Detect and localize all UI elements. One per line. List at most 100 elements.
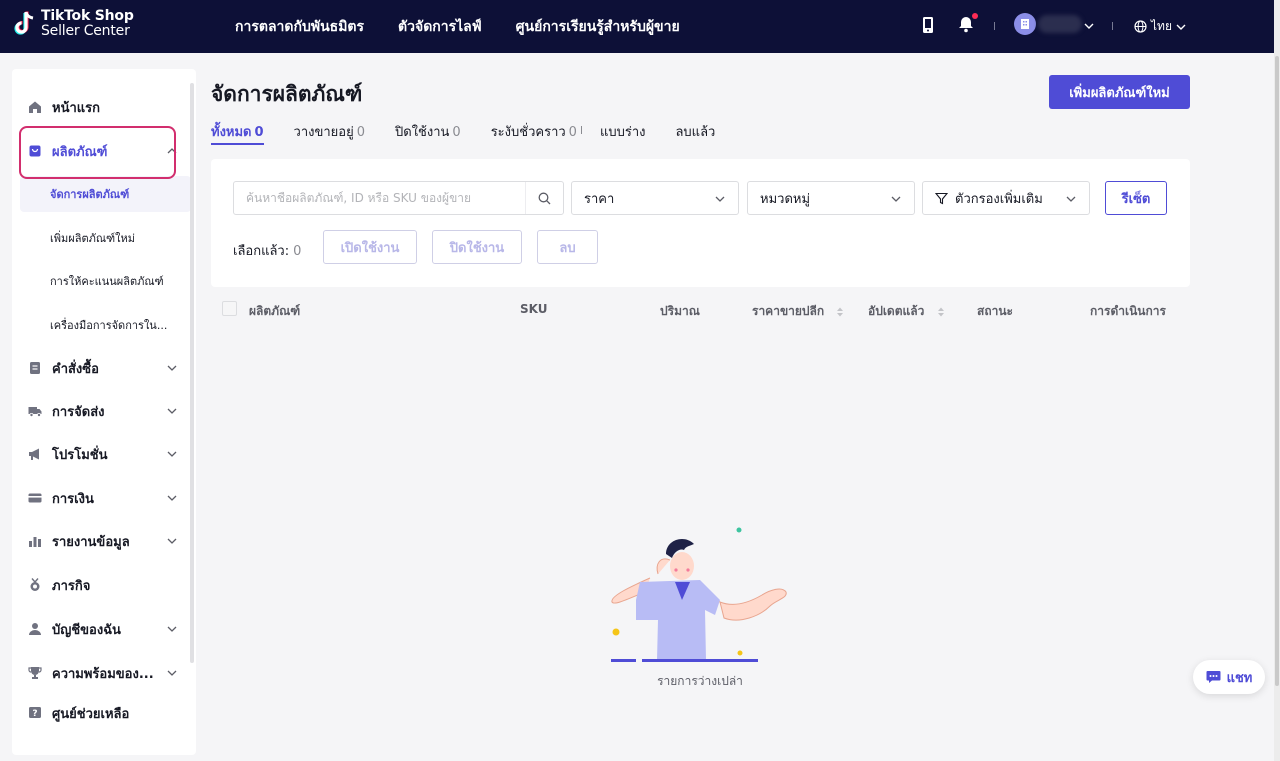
sidebar-item-home[interactable]: หน้าแรก	[12, 87, 182, 127]
sidebar-item-orders[interactable]: คำสั่งซื้อ	[12, 348, 182, 388]
bulk-enable-button[interactable]: เปิดใช้งาน	[323, 230, 417, 264]
sidebar-item-missions[interactable]: ภารกิจ	[12, 565, 182, 605]
svg-text:?: ?	[32, 709, 37, 719]
price-filter-label: ราคา	[584, 191, 615, 207]
filter-card: ราคา หมวดหมู่ ตัวกรองเพิ่มเติม รีเซ็ต เล…	[211, 159, 1190, 287]
tab-live[interactable]: วางขายอยู่ 0	[294, 121, 365, 145]
chevron-down-icon	[714, 193, 726, 209]
tab-deactivated[interactable]: ปิดใช้งาน 0	[395, 121, 461, 145]
sidebar-item-promotions[interactable]: โปรโมชั่น	[12, 434, 182, 474]
tab-label: ปิดใช้งาน	[395, 125, 450, 140]
notification-dot	[972, 13, 978, 19]
sidebar-item-label: โปรโมชั่น	[52, 447, 108, 463]
sidebar-item-label: การจัดส่ง	[52, 404, 105, 420]
search-field[interactable]	[233, 181, 564, 215]
column-retail-price[interactable]: ราคาขายปลีก	[752, 302, 844, 321]
page-scrollbar-thumb[interactable]	[1275, 56, 1279, 686]
price-filter-select[interactable]: ราคา	[571, 181, 739, 215]
sidebar-item-readiness[interactable]: ความพร้อมของ...	[12, 653, 182, 693]
reset-button[interactable]: รีเซ็ต	[1105, 181, 1167, 215]
tab-all[interactable]: ทั้งหมด 0	[211, 121, 264, 145]
account-name-redacted[interactable]	[1038, 15, 1082, 33]
notification-bell-icon[interactable]	[958, 13, 978, 37]
sidebar-scrollbar[interactable]	[190, 83, 194, 663]
truck-icon	[28, 404, 42, 418]
card-icon	[28, 491, 42, 505]
topnav-live-manager[interactable]: ตัวจัดการไลฟ์	[398, 16, 482, 38]
filter-funnel-icon	[935, 192, 948, 204]
trophy-icon	[28, 666, 42, 680]
sidebar-item-data-reports[interactable]: รายงานข้อมูล	[12, 521, 182, 561]
sidebar-item-label: ศูนย์ช่วยเหลือ	[52, 706, 130, 722]
medal-icon	[28, 578, 42, 592]
topnav-learning-center[interactable]: ศูนย์การเรียนรู้สำหรับผู้ขาย	[516, 16, 680, 38]
page-scrollbar[interactable]	[1274, 0, 1280, 761]
tab-count: 0	[254, 125, 264, 140]
sidebar-item-shipping[interactable]: การจัดส่ง	[12, 391, 182, 431]
tiktok-logo-icon	[12, 9, 38, 39]
chevron-down-icon	[166, 448, 178, 464]
select-all-checkbox[interactable]	[222, 301, 237, 316]
sidebar-sub-management-tools[interactable]: เครื่องมือการจัดการใน...	[20, 307, 191, 343]
sidebar-item-help-center[interactable]: ? ศูนย์ช่วยเหลือ	[12, 693, 182, 733]
column-updated[interactable]: อัปเดตแล้ว	[868, 302, 945, 321]
megaphone-icon	[28, 447, 42, 461]
sidebar-item-my-account[interactable]: บัญชีของฉัน	[12, 609, 182, 649]
column-status: สถานะ	[977, 304, 1013, 318]
language-selector[interactable]: ไทย	[1134, 17, 1186, 36]
tab-label: วางขายอยู่	[293, 125, 354, 140]
chevron-down-icon	[166, 535, 178, 551]
mobile-app-icon[interactable]	[922, 16, 934, 38]
top-navigation: การตลาดกับพันธมิตร ตัวจัดการไลฟ์ ศูนย์กา…	[235, 0, 680, 53]
help-icon: ?	[28, 706, 42, 720]
tab-label: ลบแล้ว	[675, 125, 716, 140]
search-icon	[538, 192, 551, 204]
avatar[interactable]	[1014, 13, 1036, 35]
sidebar-item-label: ภารกิจ	[52, 578, 91, 594]
bulk-disable-button[interactable]: ปิดใช้งาน	[432, 230, 522, 264]
empty-state-text: รายการว่างเปล่า	[657, 674, 743, 688]
tab-label: ระงับชั่วคราว	[490, 125, 566, 140]
sidebar-item-label: หน้าแรก	[52, 100, 100, 116]
topnav-affiliate-marketing[interactable]: การตลาดกับพันธมิตร	[235, 16, 364, 38]
selected-number: 0	[293, 244, 302, 259]
brand-line-1: TikTok Shop	[41, 8, 134, 24]
top-bar: TikTok Shop Seller Center การตลาดกับพันธ…	[0, 0, 1274, 53]
products-highlight-outline	[19, 126, 176, 179]
brand-line-2: Seller Center	[41, 23, 130, 39]
chevron-down-icon	[890, 193, 902, 209]
sidebar-item-label: ความพร้อมของ...	[52, 666, 154, 682]
bulk-delete-button[interactable]: ลบ	[537, 230, 598, 264]
sidebar-item-label: รายงานข้อมูล	[52, 534, 130, 550]
category-filter-select[interactable]: หมวดหมู่	[747, 181, 915, 215]
search-button[interactable]	[525, 182, 563, 214]
tab-deleted[interactable]: ลบแล้ว	[675, 121, 715, 145]
more-filters-select[interactable]: ตัวกรองเพิ่มเติม	[922, 181, 1090, 215]
language-label: ไทย	[1151, 19, 1172, 33]
tab-suspended[interactable]: ระงับชั่วคราว 0	[491, 121, 577, 145]
more-filters-label: ตัวกรองเพิ่มเติม	[955, 191, 1043, 207]
sort-icon	[837, 307, 844, 316]
user-icon	[28, 622, 42, 636]
tiktok-shop-logo[interactable]: TikTok Shop Seller Center	[12, 9, 134, 39]
tab-label: แบบร่าง	[599, 125, 646, 140]
account-chevron-down-icon[interactable]	[1084, 19, 1094, 34]
sidebar-item-finance[interactable]: การเงิน	[12, 478, 182, 518]
sidebar-sub-product-ratings[interactable]: การให้คะแนนผลิตภัณฑ์	[20, 263, 191, 299]
sidebar-sub-add-product[interactable]: เพิ่มผลิตภัณฑ์ใหม่	[20, 220, 191, 256]
selected-label: เลือกแล้ว:	[233, 244, 290, 259]
tab-draft[interactable]: แบบร่าง	[600, 121, 646, 145]
chevron-down-icon	[166, 405, 178, 421]
home-icon	[28, 100, 42, 114]
orders-icon	[28, 361, 42, 375]
search-input[interactable]	[246, 191, 516, 205]
chat-button[interactable]: แชท	[1193, 660, 1265, 694]
chevron-down-icon	[166, 623, 178, 639]
column-quantity: ปริมาณ	[660, 304, 700, 318]
chevron-down-icon	[166, 492, 178, 508]
column-updated-label: อัปเดตแล้ว	[868, 304, 925, 318]
column-retail-price-label: ราคาขายปลีก	[752, 304, 825, 318]
sidebar-sub-manage-products[interactable]: จัดการผลิตภัณฑ์	[20, 176, 191, 212]
topbar-divider	[994, 22, 995, 30]
add-product-button[interactable]: เพิ่มผลิตภัณฑ์ใหม่	[1049, 75, 1190, 109]
